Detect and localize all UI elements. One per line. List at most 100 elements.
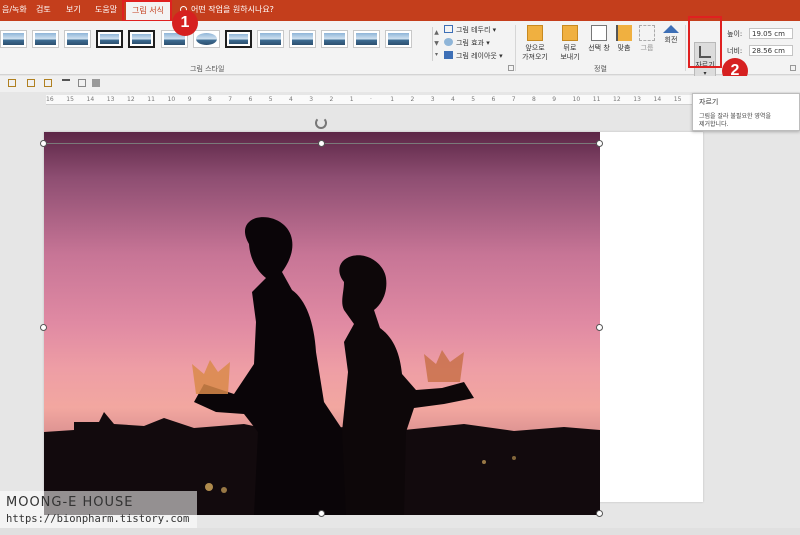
resize-handle-left[interactable] <box>40 324 47 331</box>
ribbon: ▲ ▼ ▾ 그림 스타일 그림 테두리 ▾ 그림 효과 ▾ 그림 레이아웃 ▾ … <box>0 21 800 82</box>
silhouette-graphic <box>44 217 600 515</box>
picture-border-button[interactable]: 그림 테두리 ▾ <box>444 25 496 35</box>
shape-group-icon[interactable] <box>27 79 35 87</box>
ruler-tick-label: 9 <box>187 96 192 103</box>
picture-style-12[interactable] <box>353 30 380 48</box>
checkbox-icon[interactable] <box>78 79 86 87</box>
ruler-tick-label: 12 <box>127 96 135 103</box>
gallery-scroll[interactable]: ▲ ▼ ▾ <box>432 27 440 61</box>
tab-help[interactable]: 도움말 <box>95 4 117 15</box>
picture-style-8[interactable] <box>225 30 252 48</box>
tooltip-description-2: 제거합니다. <box>699 121 729 128</box>
resize-handle-bottom[interactable] <box>318 510 325 517</box>
rotate-button[interactable]: 회전 <box>660 25 682 45</box>
selection-pane-button[interactable]: 선택 창 <box>586 25 612 53</box>
ruler-tick-label: 15 <box>673 96 682 103</box>
dialog-launcher-icon[interactable] <box>508 65 514 71</box>
ruler-tick-label: 2 <box>329 96 334 103</box>
watermark-title: MOONG-E HOUSE <box>6 495 134 510</box>
gallery-more-icon[interactable]: ▾ <box>433 49 440 60</box>
shape-arrange-icon[interactable] <box>44 79 52 87</box>
ruler-tick-label: 7 <box>511 96 516 103</box>
chevron-up-icon[interactable]: ▲ <box>433 27 440 38</box>
resize-handle-top-right[interactable] <box>596 140 603 147</box>
ruler-tick-label: 1 <box>390 96 395 103</box>
crop-tooltip: 자르기 그림을 잘라 불필요한 영역을 제거합니다. <box>692 93 800 131</box>
ruler-tick-label: 5 <box>268 96 273 103</box>
height-field: 높이: 19.05 cm <box>727 28 793 39</box>
ruler-tick-label: 13 <box>106 96 115 103</box>
resize-handle-top-left[interactable] <box>40 140 47 147</box>
bring-forward-button[interactable]: 앞으로 가져오기 <box>517 25 553 62</box>
size-dialog-launcher-icon[interactable] <box>790 65 796 71</box>
picture-style-11[interactable] <box>321 30 348 48</box>
shape-icon[interactable] <box>8 79 16 87</box>
picture-style-10[interactable] <box>289 30 316 48</box>
ruler-tick-label: · <box>370 96 372 103</box>
step-badge-1: 1 <box>172 10 198 36</box>
width-input[interactable]: 28.56 cm <box>749 45 793 56</box>
group-objects-icon <box>639 25 655 41</box>
tab-view[interactable]: 보기 <box>66 4 81 15</box>
ruler-tick-label: 6 <box>248 96 253 103</box>
picture-style-2[interactable] <box>32 30 59 48</box>
align-icon <box>616 25 632 41</box>
ruler-tick-label: 9 <box>552 96 557 103</box>
swap-icon[interactable] <box>62 79 70 87</box>
ruler-tick-label: 11 <box>147 96 155 103</box>
chevron-down-icon[interactable]: ▼ <box>433 38 440 49</box>
highlight-box-picture-format <box>122 0 172 22</box>
quick-tools-bar <box>0 76 800 92</box>
ruler-tick-label: 8 <box>532 96 536 103</box>
effects-icon <box>444 38 453 46</box>
highlight-box-crop <box>688 16 722 68</box>
ruler-tick-label: 15 <box>66 96 74 103</box>
tooltip-title: 자르기 <box>699 98 719 106</box>
group-button[interactable]: 그룹 <box>637 25 657 53</box>
picture-style-3[interactable] <box>64 30 91 48</box>
ruler-tick-label: 8 <box>208 96 212 103</box>
picture-style-7[interactable] <box>193 30 220 48</box>
resize-handle-right[interactable] <box>596 324 603 331</box>
layout-icon <box>444 51 453 59</box>
ruler-tick-label: 5 <box>471 96 476 103</box>
align-button[interactable]: 맞춤 <box>614 25 634 53</box>
rotate-object-icon <box>663 25 679 33</box>
tab-review[interactable]: 검토 <box>36 4 51 15</box>
watermark-url: https://bionpharm.tistory.com <box>6 513 190 525</box>
picture-style-9[interactable] <box>257 30 284 48</box>
picture-layout-button[interactable]: 그림 레이아웃 ▾ <box>444 51 503 61</box>
ruler-tick-label: 4 <box>451 96 455 103</box>
ruler-tick-label: 3 <box>430 96 435 103</box>
rotate-handle-icon[interactable] <box>315 117 327 129</box>
picture-style-5[interactable] <box>128 30 155 48</box>
ruler-tick-label: 2 <box>410 96 415 103</box>
tab-recording[interactable]: 음/녹화 <box>2 4 27 15</box>
send-backward-button[interactable]: 뒤로 보내기 <box>556 25 584 62</box>
ruler-tick-label: 6 <box>491 96 496 103</box>
ruler-tick-label: 10 <box>167 96 176 103</box>
selected-picture[interactable] <box>44 132 600 515</box>
picture-style-13[interactable] <box>385 30 412 48</box>
resize-handle-bottom-right[interactable] <box>596 510 603 517</box>
ruler-tick-label: 3 <box>309 96 314 103</box>
tell-me-text: 어떤 작업을 원하시나요? <box>191 5 274 14</box>
ribbon-tab-bar: 음/녹화 검토 보기 도움말 그림 서식 어떤 작업을 원하시나요? <box>0 0 800 22</box>
picture-style-1[interactable] <box>0 30 27 48</box>
horizontal-ruler: 16 15 14 13 12 11 10 9 8 7 6 5 4 3 2 1 · 1 2 3 4 5 6 7 8 9 10 11 12 1… <box>46 95 702 105</box>
ruler-tick-label: 11 <box>592 96 601 103</box>
status-bar <box>0 528 800 535</box>
width-field: 너비: 28.56 cm <box>727 45 793 56</box>
group-label-picture-styles: 그림 스타일 <box>190 65 225 73</box>
ruler-tick-label: 13 <box>633 96 641 103</box>
picture-effects-button[interactable]: 그림 효과 ▾ <box>444 38 490 48</box>
height-input[interactable]: 19.05 cm <box>749 28 793 39</box>
picture-style-4[interactable] <box>96 30 123 48</box>
pencil-border-icon <box>444 25 453 33</box>
ruler-tick-label: 7 <box>228 96 233 103</box>
ruler-tick-label: 1 <box>349 96 354 103</box>
ruler-tick-label: 14 <box>653 96 662 103</box>
picture-icon[interactable] <box>92 79 100 87</box>
resize-handle-top[interactable] <box>318 140 325 147</box>
ruler-tick-label: 14 <box>86 96 95 103</box>
